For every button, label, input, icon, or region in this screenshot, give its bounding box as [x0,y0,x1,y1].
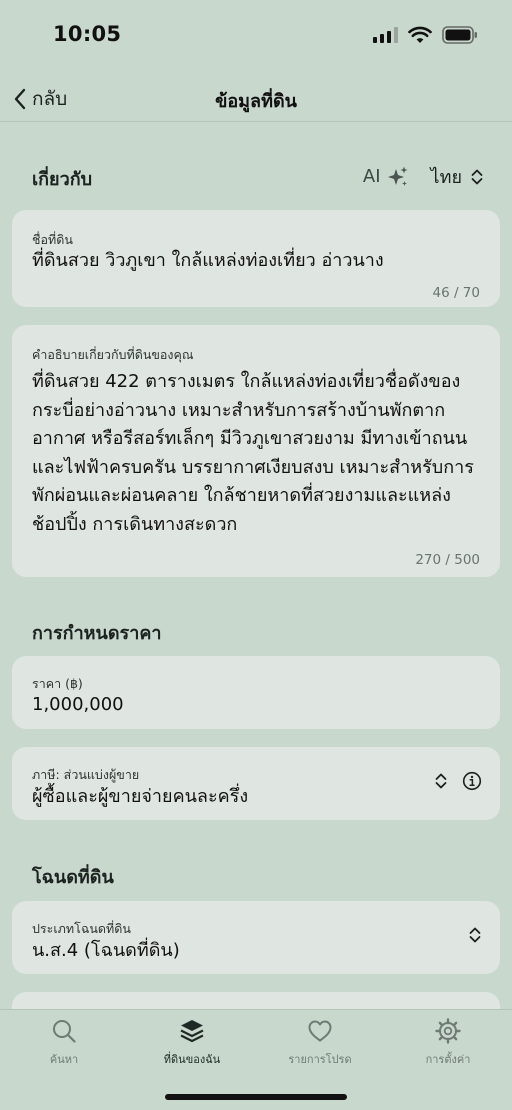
cellular-signal-icon [373,27,398,43]
tax-share-select[interactable]: ภาษี: ส่วนแบ่งผู้ขาย ผู้ซื้อและผู้ขายจ่า… [12,747,500,820]
language-select[interactable]: ไทย [431,162,484,191]
land-name-value[interactable]: ที่ดินสวย วิวภูเขา ใกล้แหล่งท่องเที่ยว อ… [32,247,480,275]
tax-share-value: ผู้ซื้อและผู้ขายจ่ายคนละครึ่ง [32,786,249,807]
ai-generate-button[interactable]: AI [363,165,409,189]
description-value[interactable]: ที่ดินสวย 422 ตารางเมตร ใกล้แหล่งท่องเที… [32,368,480,539]
deed-type-value: น.ส.4 (โฉนดที่ดิน) [32,940,180,961]
tab-favorites-label: รายการโปรด [288,1053,352,1066]
price-field[interactable]: ราคา (฿) 1,000,000 [12,656,500,729]
page-title: ข้อมูลที่ดิน [215,91,297,112]
land-name-field[interactable]: ชื่อที่ดิน ที่ดินสวย วิวภูเขา ใกล้แหล่งท… [12,210,500,307]
layers-icon [180,1020,204,1043]
heart-icon [308,1020,332,1042]
land-info-screen: 10:05 กลับ ข้อมูลที่ดิน เกี่ยวกับ AI ไทย… [0,0,512,1110]
tab-my-land-label: ที่ดินของฉัน [163,1053,221,1066]
tab-settings[interactable]: การตั้งค่า [384,1018,512,1068]
land-name-counter: 46 / 70 [432,285,481,301]
pricing-section-header: การกำหนดราคา [32,623,162,644]
sparkles-icon [387,166,408,186]
deed-type-chevron[interactable] [468,925,482,945]
gear-icon [435,1018,461,1044]
about-tools: AI ไทย [363,162,484,191]
chevron-up-down-icon [469,927,481,943]
tab-search-label: ค้นหา [49,1053,79,1066]
status-time: 10:05 [53,22,122,46]
price-value[interactable]: 1,000,000 [32,691,480,719]
tax-share-icons [434,771,482,791]
description-label: คำอธิบายเกี่ยวกับที่ดินของคุณ [32,347,194,362]
deed-type-select[interactable]: ประเภทโฉนดที่ดิน น.ส.4 (โฉนดที่ดิน) [12,901,500,974]
ai-label: AI [362,166,381,187]
battery-icon [442,26,477,44]
tax-share-label: ภาษี: ส่วนแบ่งผู้ขาย [32,767,140,782]
description-counter: 270 / 500 [415,552,480,568]
tab-favorites[interactable]: รายการโปรด [256,1018,384,1068]
language-label: ไทย [430,167,462,188]
chevron-up-down-icon [435,773,447,789]
search-icon [53,1020,76,1043]
wifi-icon [408,26,432,43]
chevron-up-down-icon [471,169,483,184]
info-icon [462,771,482,791]
tab-search[interactable]: ค้นหา [0,1018,128,1068]
navigation-bar: กลับ ข้อมูลที่ดิน [0,70,512,122]
tab-my-land[interactable]: ที่ดินของฉัน [128,1018,256,1068]
about-section-header: เกี่ยวกับ [32,169,93,190]
status-icons [373,26,478,44]
deed-section-header: โฉนดที่ดิน [32,867,114,888]
tax-share-chevron[interactable] [434,771,448,791]
home-indicator [165,1094,347,1100]
deed-type-icons [468,925,482,945]
deed-type-label: ประเภทโฉนดที่ดิน [32,921,131,936]
status-bar: 10:05 [0,0,512,70]
tax-info-button[interactable] [462,771,482,791]
tab-settings-label: การตั้งค่า [425,1053,471,1066]
description-field[interactable]: คำอธิบายเกี่ยวกับที่ดินของคุณ ที่ดินสวย … [12,325,500,577]
